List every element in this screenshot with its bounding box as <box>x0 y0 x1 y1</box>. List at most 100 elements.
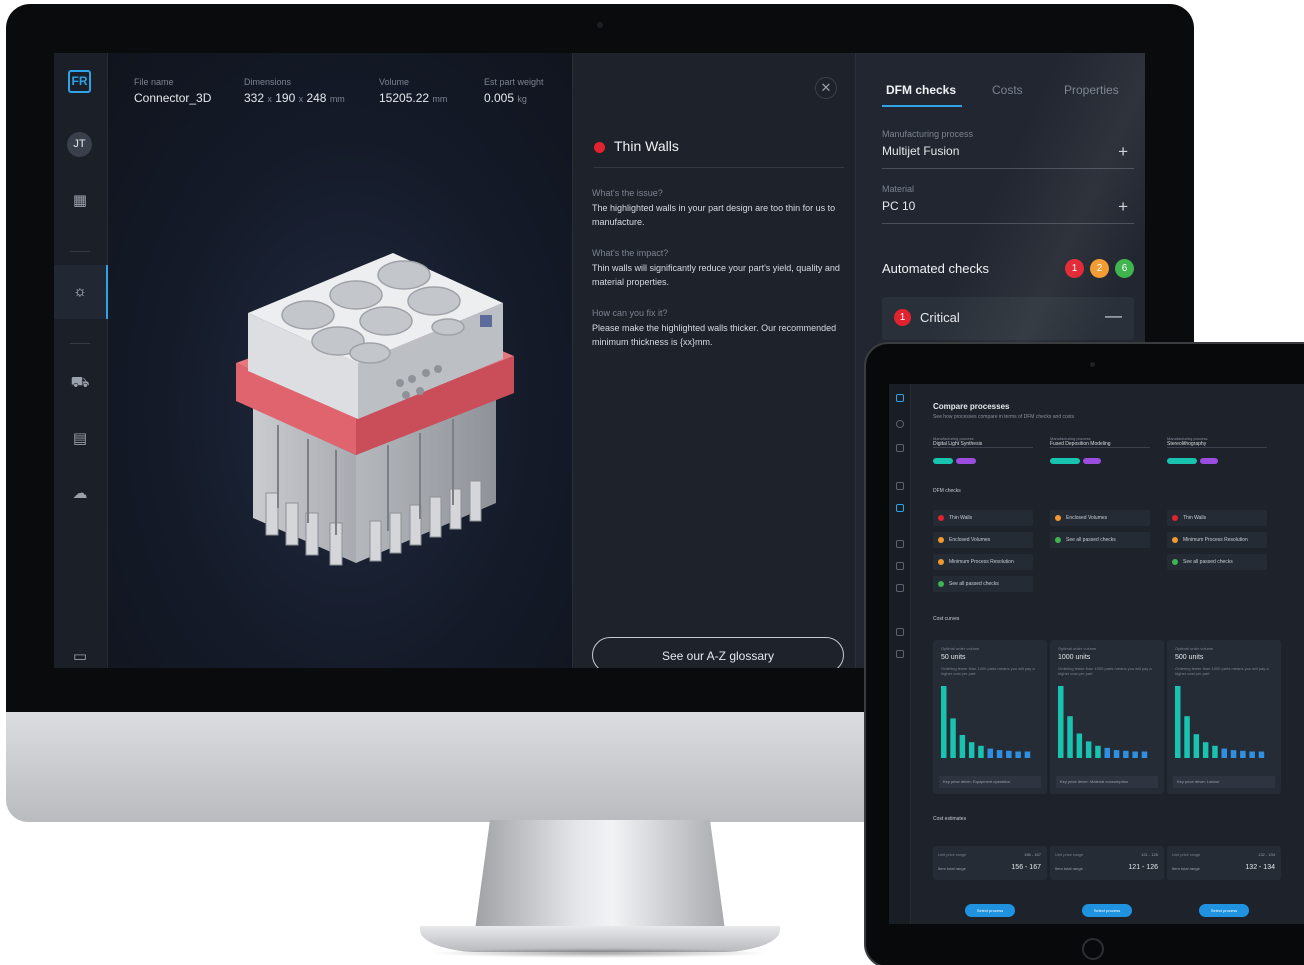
card-note: Ordering fewer than 1000 parts means you… <box>1058 666 1152 676</box>
divider <box>70 343 90 344</box>
home-button[interactable] <box>1082 938 1104 960</box>
dfm-check-item[interactable]: Enclosed Volumes <box>1050 510 1150 526</box>
cost-bar <box>1067 716 1073 758</box>
order-volume: 50 units <box>941 654 966 661</box>
page-title: Compare processes <box>933 402 1010 411</box>
cost-bar <box>1230 750 1237 758</box>
tag-pill <box>1083 458 1101 464</box>
process-name: Fused Deposition Modeling <box>1050 441 1111 447</box>
status-dot-icon <box>938 537 944 543</box>
select-process-button[interactable]: Select process <box>1199 904 1249 917</box>
cost-curve-card[interactable]: Optimal order volume 1000 units Ordering f… <box>1050 640 1164 794</box>
close-button[interactable]: ✕ <box>815 77 837 99</box>
imac-base-shadow <box>430 948 770 958</box>
select-process-button[interactable]: Select process <box>1082 904 1132 917</box>
cost-bar <box>1095 745 1101 758</box>
dfm-check-item[interactable]: Enclosed Volumes <box>933 532 1033 548</box>
item-total-label: Item total range <box>938 866 966 871</box>
invoice-icon[interactable]: ▤ <box>70 429 90 449</box>
invoice-icon[interactable] <box>896 562 904 570</box>
panel-tabs: DFM checks Costs Properties <box>882 80 1134 108</box>
issue-header: Thin Walls <box>594 137 844 168</box>
dfm-check-item[interactable]: Thin Walls <box>933 510 1033 526</box>
dfm-check-item[interactable]: See all passed checks <box>1050 532 1150 548</box>
cost-bar <box>978 745 984 758</box>
card-caption: Optimal order volume <box>1175 646 1214 651</box>
active-tab-indicator <box>882 105 962 107</box>
issue-answer: The highlighted walls in your part desig… <box>592 203 836 227</box>
cost-bar <box>1175 686 1181 758</box>
cart-icon[interactable]: ⛟ <box>70 373 90 393</box>
cost-curve-card[interactable]: Optimal order volume 500 units Ordering fe… <box>1167 640 1281 794</box>
cloud-icon[interactable] <box>896 584 904 592</box>
item-total-label: Item total range <box>1172 866 1200 871</box>
divider <box>70 251 90 252</box>
cost-bar <box>987 748 993 758</box>
order-volume: 1000 units <box>1058 654 1091 661</box>
avatar[interactable]: JT <box>67 132 92 157</box>
tab-properties[interactable]: Properties <box>1064 83 1119 97</box>
dfm-check-item[interactable]: See all passed checks <box>933 576 1033 592</box>
chat-icon[interactable]: ▭ <box>70 647 90 667</box>
dfm-check-item[interactable]: Thin Walls <box>1167 510 1267 526</box>
item-total-value: 121 - 126 <box>1128 864 1158 871</box>
dfm-check-item[interactable]: Minimum Process Resolution <box>933 554 1033 570</box>
process-column-2[interactable]: Manufacturing process Fused Deposition M… <box>1050 436 1150 448</box>
layout-icon[interactable] <box>896 444 904 452</box>
critical-dot-icon <box>594 142 605 153</box>
card-note: Ordering fewer than 1000 parts means you… <box>941 666 1035 676</box>
logo-icon[interactable] <box>896 394 904 402</box>
cost-bar-chart <box>1175 686 1265 758</box>
critical-count-badge[interactable]: 1 <box>1065 259 1084 278</box>
issue-panel: ✕ Thin Walls What's the issue? The highl… <box>572 53 855 668</box>
dfm-check-item[interactable]: See all passed checks <box>1167 554 1267 570</box>
compare-view: Compare processes See how processes comp… <box>911 384 1304 924</box>
collapse-icon[interactable]: — <box>1105 306 1122 326</box>
cost-bar <box>1006 750 1012 758</box>
cost-bar <box>1193 734 1200 758</box>
tab-dfm-checks[interactable]: DFM checks <box>886 83 956 97</box>
compare-icon[interactable] <box>896 504 904 512</box>
tab-costs[interactable]: Costs <box>992 83 1023 97</box>
plus-icon[interactable]: + <box>1118 142 1128 162</box>
glossary-button[interactable]: See our A-Z glossary <box>592 637 844 668</box>
passed-count-badge[interactable]: 6 <box>1115 259 1134 278</box>
cost-bar <box>1104 747 1110 758</box>
process-column-3[interactable]: Manufacturing process Stereolithography <box>1167 436 1267 448</box>
plus-icon[interactable]: + <box>1118 197 1128 217</box>
lightbulb-icon[interactable] <box>896 482 904 490</box>
tag-pill <box>1167 458 1197 464</box>
process-column-1[interactable]: Manufacturing process Digital Light Synt… <box>933 436 1033 448</box>
help-icon[interactable] <box>896 650 904 658</box>
chat-icon[interactable] <box>896 628 904 636</box>
logo[interactable]: FR <box>68 70 91 93</box>
lightbulb-icon[interactable]: ☼ <box>70 282 90 302</box>
dfm-check-item[interactable]: Minimum Process Resolution <box>1167 532 1267 548</box>
cart-icon[interactable] <box>896 540 904 548</box>
3d-viewer[interactable]: File name Connector_3D Dimensions 332 x … <box>108 53 572 668</box>
cost-bar <box>1058 686 1064 758</box>
connector-3d-model[interactable] <box>108 53 572 668</box>
order-volume: 500 units <box>1175 654 1204 661</box>
issue-question: What's the issue? <box>592 188 663 198</box>
item-total-label: Item total range <box>1055 866 1083 871</box>
cost-bar <box>959 735 966 758</box>
process-field[interactable]: Manufacturing process Multijet Fusion + <box>882 129 1134 169</box>
check-label: Enclosed Volumes <box>1066 515 1108 521</box>
cost-bar <box>1240 750 1246 758</box>
avatar-icon[interactable] <box>896 420 904 428</box>
cloud-icon[interactable]: ☁ <box>70 484 90 504</box>
status-dot-icon <box>1172 537 1178 543</box>
material-field[interactable]: Material PC 10 + <box>882 184 1134 224</box>
cost-curve-card[interactable]: Optimal order volume 50 units Ordering few… <box>933 640 1047 794</box>
critical-section[interactable]: 1 Critical — <box>882 297 1134 340</box>
cost-bar <box>941 686 947 758</box>
ipad-camera <box>1090 362 1095 367</box>
process-name: Digital Light Synthesis <box>933 441 983 447</box>
select-process-button[interactable]: Select process <box>965 904 1015 917</box>
status-dot-icon <box>1055 537 1061 543</box>
warning-count-badge[interactable]: 2 <box>1090 259 1109 278</box>
cost-bar <box>1024 751 1031 758</box>
layout-icon[interactable]: ▦ <box>70 191 90 211</box>
price-driver: Key price driver: Material consumption <box>1056 776 1158 788</box>
